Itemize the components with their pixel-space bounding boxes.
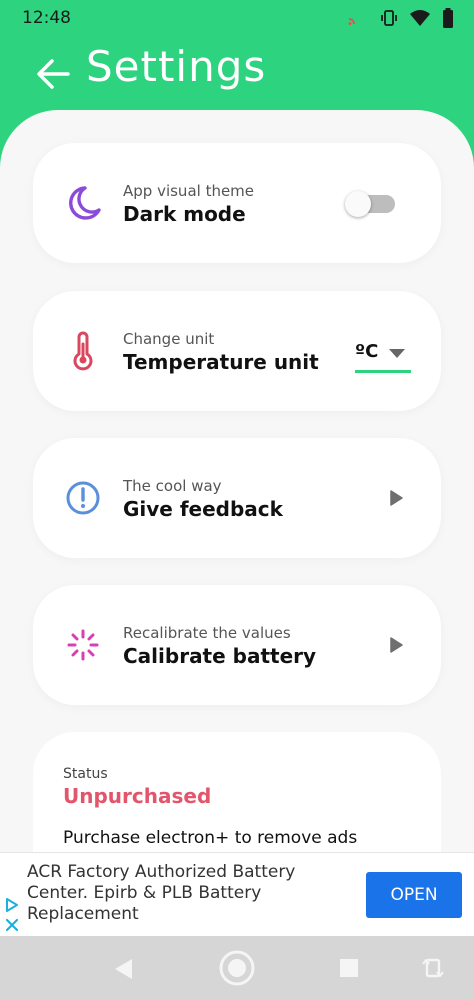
arrow-left-icon[interactable] bbox=[34, 56, 72, 92]
feedback-subtitle: The cool way bbox=[123, 477, 222, 495]
calibrate-battery-card[interactable]: Recalibrate the values Calibrate battery bbox=[33, 585, 441, 705]
selected-unit: ºC bbox=[355, 341, 379, 362]
status-icons bbox=[348, 8, 454, 28]
loading-spinner-icon bbox=[67, 629, 99, 661]
feedback-title: Give feedback bbox=[123, 497, 283, 521]
chevron-right-icon[interactable] bbox=[389, 637, 403, 653]
dark-mode-title: Dark mode bbox=[123, 202, 246, 226]
caret-down-icon bbox=[389, 349, 405, 358]
close-icon[interactable] bbox=[4, 917, 20, 933]
calibrate-title: Calibrate battery bbox=[123, 644, 317, 668]
calibrate-subtitle: Recalibrate the values bbox=[123, 624, 291, 642]
back-triangle-icon[interactable] bbox=[112, 957, 136, 981]
info-circle-icon bbox=[66, 481, 100, 515]
rotate-icon[interactable] bbox=[422, 956, 444, 980]
ad-choices-icon[interactable] bbox=[4, 897, 20, 913]
dark-mode-subtitle: App visual theme bbox=[123, 182, 255, 200]
temperature-unit-select[interactable]: ºC bbox=[355, 339, 411, 373]
wifi-icon bbox=[410, 10, 430, 26]
vibrate-icon bbox=[381, 10, 397, 26]
toggle-knob bbox=[345, 191, 371, 217]
battery-icon bbox=[443, 8, 453, 28]
temperature-title: Temperature unit bbox=[123, 350, 319, 374]
temperature-unit-card: Change unit Temperature unit ºC bbox=[33, 291, 441, 411]
recents-square-icon[interactable] bbox=[339, 958, 359, 978]
temperature-subtitle: Change unit bbox=[123, 330, 215, 348]
purchase-prompt[interactable]: Purchase electron+ to remove ads bbox=[63, 828, 357, 848]
home-circle-icon[interactable] bbox=[218, 949, 256, 987]
moon-icon bbox=[69, 186, 101, 220]
thermometer-icon bbox=[73, 331, 93, 371]
status-label: Status bbox=[63, 766, 108, 782]
ad-open-button[interactable]: OPEN bbox=[366, 872, 462, 918]
dark-mode-card[interactable]: App visual theme Dark mode bbox=[33, 143, 441, 263]
dark-mode-toggle[interactable] bbox=[345, 191, 395, 217]
status-time: 12:48 bbox=[22, 8, 71, 28]
ad-text[interactable]: ACR Factory Authorized Battery Center. E… bbox=[27, 862, 347, 925]
status-bar: 12:48 bbox=[0, 0, 474, 36]
give-feedback-card[interactable]: The cool way Give feedback bbox=[33, 438, 441, 558]
status-value: Unpurchased bbox=[63, 784, 212, 808]
page-title: Settings bbox=[86, 42, 267, 91]
ad-banner[interactable]: ACR Factory Authorized Battery Center. E… bbox=[0, 852, 474, 936]
system-nav-bar bbox=[0, 936, 474, 1000]
app-header: Settings bbox=[0, 36, 474, 116]
cast-icon bbox=[348, 10, 368, 25]
chevron-right-icon[interactable] bbox=[389, 490, 403, 506]
